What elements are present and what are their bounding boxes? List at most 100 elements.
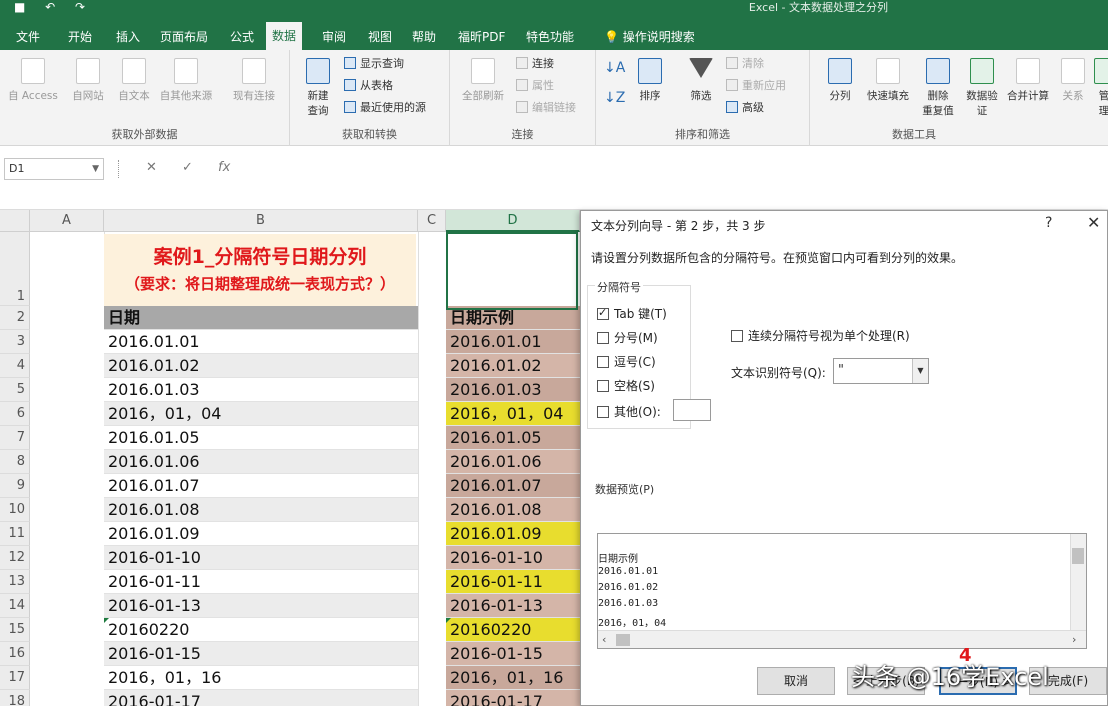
reapply-button[interactable]: 重新应用 <box>726 76 786 96</box>
row-header[interactable]: 6 <box>0 402 30 426</box>
sort-descending-button[interactable]: ↓Z <box>604 90 625 106</box>
row-header[interactable]: 7 <box>0 426 30 450</box>
row-header[interactable]: 5 <box>0 378 30 402</box>
tab-review[interactable]: 审阅 <box>316 24 352 50</box>
from-text-button[interactable]: 自文本 <box>112 58 156 103</box>
table-cell[interactable]: 2016.01.01 <box>104 330 418 354</box>
cancel-icon[interactable]: ✕ <box>146 160 157 175</box>
refresh-all-button[interactable]: 全部刷新 <box>458 58 508 103</box>
existing-connections-button[interactable]: 现有连接 <box>226 58 282 103</box>
table-cell[interactable]: 2016-01-11 <box>104 570 418 594</box>
table-cell[interactable]: 2016.01.06 <box>446 450 580 474</box>
tab-file[interactable]: 文件 <box>10 24 46 50</box>
scroll-right-icon[interactable]: › <box>1072 633 1076 646</box>
from-access-button[interactable]: 自 Access <box>6 58 60 103</box>
table-cell[interactable]: 2016.01.05 <box>104 426 418 450</box>
filter-button[interactable]: 筛选 <box>684 58 718 103</box>
table-cell[interactable]: 2016.01.02 <box>446 354 580 378</box>
tab-help[interactable]: 帮助 <box>406 24 442 50</box>
sort-ascending-button[interactable]: ↓A <box>604 60 625 76</box>
tab-special-features[interactable]: 特色功能 <box>520 24 580 50</box>
close-icon[interactable]: ✕ <box>1087 213 1100 232</box>
advanced-button[interactable]: 高级 <box>726 98 764 118</box>
table-cell[interactable]: 20160220 <box>104 618 418 642</box>
checkbox-box[interactable] <box>597 332 609 344</box>
row-header[interactable]: 9 <box>0 474 30 498</box>
row-header[interactable]: 8 <box>0 450 30 474</box>
table-cell[interactable]: 2016-01-17 <box>446 690 580 706</box>
tab-formulas[interactable]: 公式 <box>224 24 260 50</box>
error-indicator-icon[interactable] <box>104 618 109 623</box>
table-cell[interactable]: 2016.01.09 <box>104 522 418 546</box>
name-box[interactable]: D1 ▼ <box>4 158 104 180</box>
column-header-a[interactable]: A <box>30 210 104 232</box>
properties-button[interactable]: 属性 <box>516 76 554 96</box>
table-cell[interactable]: 2016-01-15 <box>446 642 580 666</box>
table-cell[interactable]: 2016，01，04 <box>446 402 580 426</box>
table-cell[interactable]: 2016-01-15 <box>104 642 418 666</box>
sort-button[interactable]: 排序 <box>634 58 666 103</box>
horizontal-scrollbar[interactable]: ‹ › <box>598 630 1086 648</box>
table-cell[interactable]: 2016.01.09 <box>446 522 580 546</box>
table-cell[interactable]: 2016.01.06 <box>104 450 418 474</box>
table-cell[interactable]: 20160220 <box>446 618 580 642</box>
tab-checkbox[interactable]: Tab 键(T) <box>597 305 667 322</box>
table-cell[interactable]: 2016-01-17 <box>104 690 418 706</box>
row-header[interactable]: 2 <box>0 306 30 330</box>
space-checkbox[interactable]: 空格(S) <box>597 377 655 394</box>
row-header[interactable]: 15 <box>0 618 30 642</box>
consecutive-delimiters-checkbox[interactable]: 连续分隔符号视为单个处理(R) <box>731 327 910 344</box>
manage-data-model-button[interactable]: 管理 <box>1094 58 1108 118</box>
relationships-button[interactable]: 关系 <box>1056 58 1090 103</box>
new-query-button[interactable]: 新建 查询 <box>298 58 338 118</box>
column-header-d[interactable]: D <box>446 210 580 232</box>
spreadsheet-grid[interactable]: A B C D 1 2 3 4 5 6 7 8 9 10 11 12 13 14 15 16 17 18 案例1_… <box>0 210 580 706</box>
comma-checkbox[interactable]: 逗号(C) <box>597 353 656 370</box>
table-cell[interactable]: 2016-01-10 <box>446 546 580 570</box>
text-qualifier-select[interactable]: " ▼ <box>833 358 929 384</box>
row-header[interactable]: 18 <box>0 690 30 706</box>
semicolon-checkbox[interactable]: 分号(M) <box>597 329 658 346</box>
tell-me-search[interactable]: 💡 操作说明搜索 <box>598 24 701 50</box>
row-header[interactable]: 14 <box>0 594 30 618</box>
enter-icon[interactable]: ✓ <box>182 160 193 175</box>
table-cell[interactable]: 2016.01.08 <box>446 498 580 522</box>
text-to-columns-button[interactable]: 分列 <box>818 58 862 103</box>
table-cell[interactable]: 2016.01.07 <box>446 474 580 498</box>
data-validation-button[interactable]: 数据验 证 <box>960 58 1004 118</box>
other-checkbox[interactable]: 其他(O): <box>597 403 661 420</box>
select-all-corner[interactable] <box>0 210 30 232</box>
row-header[interactable]: 3 <box>0 330 30 354</box>
consolidate-button[interactable]: 合并计算 <box>1004 58 1052 103</box>
row-header[interactable]: 1 <box>0 232 30 306</box>
from-table-button[interactable]: 从表格 <box>344 76 393 96</box>
column-header-c[interactable]: C <box>418 210 446 232</box>
row-header[interactable]: 17 <box>0 666 30 690</box>
column-header-b[interactable]: B <box>104 210 418 232</box>
tab-data[interactable]: 数据 <box>266 22 303 50</box>
help-icon[interactable]: ? <box>1045 215 1052 231</box>
checkbox-box[interactable] <box>597 380 609 392</box>
table-cell[interactable]: 2016.01.03 <box>104 378 418 402</box>
vertical-scrollbar[interactable] <box>1070 534 1086 632</box>
chevron-down-icon[interactable]: ▼ <box>92 159 99 179</box>
row-header[interactable]: 10 <box>0 498 30 522</box>
from-other-sources-button[interactable]: 自其他来源 <box>156 58 216 103</box>
checkbox-box[interactable] <box>597 306 609 320</box>
table-cell[interactable]: 2016，01，04 <box>104 402 418 426</box>
vertical-scroll-thumb[interactable] <box>1072 548 1084 564</box>
show-queries-button[interactable]: 显示查询 <box>344 54 404 74</box>
cancel-button[interactable]: 取消 <box>757 667 835 695</box>
data-preview-pane[interactable]: 日期示例 2016.01.01 2016.01.02 2016.01.03 20… <box>597 533 1087 649</box>
table-cell[interactable]: 2016-01-11 <box>446 570 580 594</box>
remove-duplicates-button[interactable]: 删除 重复值 <box>916 58 960 118</box>
other-delimiter-input[interactable] <box>673 399 711 421</box>
row-header[interactable]: 11 <box>0 522 30 546</box>
title-banner[interactable]: 案例1_分隔符号日期分列 （要求：将日期整理成统一表现方式？） <box>104 234 416 310</box>
table-cell[interactable]: 2016-01-13 <box>104 594 418 618</box>
quick-access-toolbar[interactable]: ■ ↶ ↷ <box>14 0 93 14</box>
table-cell[interactable]: 2016，01，16 <box>104 666 418 690</box>
tab-page-layout[interactable]: 页面布局 <box>154 24 214 50</box>
tab-view[interactable]: 视图 <box>362 24 398 50</box>
table-cell[interactable]: 2016.01.05 <box>446 426 580 450</box>
